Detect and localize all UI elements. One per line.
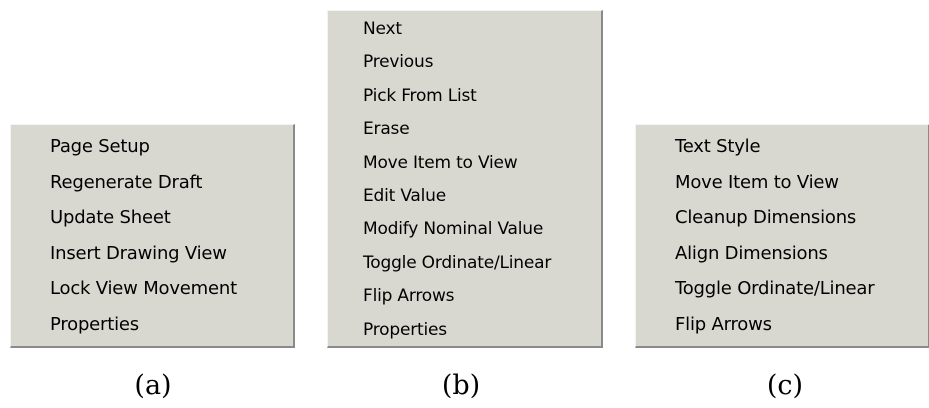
caption-b: (b) [441,370,481,401]
menu-item-properties[interactable]: Properties [11,307,293,343]
menu-item-toggle-ordinate-linear[interactable]: Toggle Ordinate/Linear [636,271,928,307]
menu-item-text-style[interactable]: Text Style [636,129,928,165]
menu-item-flip-arrows[interactable]: Flip Arrows [328,280,601,313]
menu-item-move-item-to-view[interactable]: Move Item to View [636,165,928,201]
context-menu-c: Text Style Move Item to View Cleanup Dim… [635,124,929,348]
context-menu-a: Page Setup Regenerate Draft Update Sheet… [10,124,295,348]
menu-item-align-dimensions[interactable]: Align Dimensions [636,236,928,272]
menu-item-modify-nominal-value[interactable]: Modify Nominal Value [328,213,601,246]
menu-items-list: Page Setup Regenerate Draft Update Sheet… [11,129,293,342]
menu-item-edit-value[interactable]: Edit Value [328,180,601,213]
menu-items-list: Text Style Move Item to View Cleanup Dim… [636,129,928,342]
menu-item-properties[interactable]: Properties [328,314,601,347]
caption-a: (a) [134,370,172,401]
menu-item-previous[interactable]: Previous [328,46,601,79]
menu-item-next[interactable]: Next [328,13,601,46]
menu-item-pick-from-list[interactable]: Pick From List [328,80,601,113]
menu-item-flip-arrows[interactable]: Flip Arrows [636,307,928,343]
menu-item-lock-view-movement[interactable]: Lock View Movement [11,271,293,307]
menu-item-regenerate-draft[interactable]: Regenerate Draft [11,165,293,201]
menu-item-update-sheet[interactable]: Update Sheet [11,200,293,236]
context-menu-b: Next Previous Pick From List Erase Move … [327,10,603,348]
menu-item-move-item-to-view[interactable]: Move Item to View [328,147,601,180]
menu-item-page-setup[interactable]: Page Setup [11,129,293,165]
menu-item-toggle-ordinate-linear[interactable]: Toggle Ordinate/Linear [328,247,601,280]
caption-c: (c) [766,370,804,401]
menu-item-insert-drawing-view[interactable]: Insert Drawing View [11,236,293,272]
menu-items-list: Next Previous Pick From List Erase Move … [328,13,601,347]
menu-item-cleanup-dimensions[interactable]: Cleanup Dimensions [636,200,928,236]
menu-item-erase[interactable]: Erase [328,113,601,146]
